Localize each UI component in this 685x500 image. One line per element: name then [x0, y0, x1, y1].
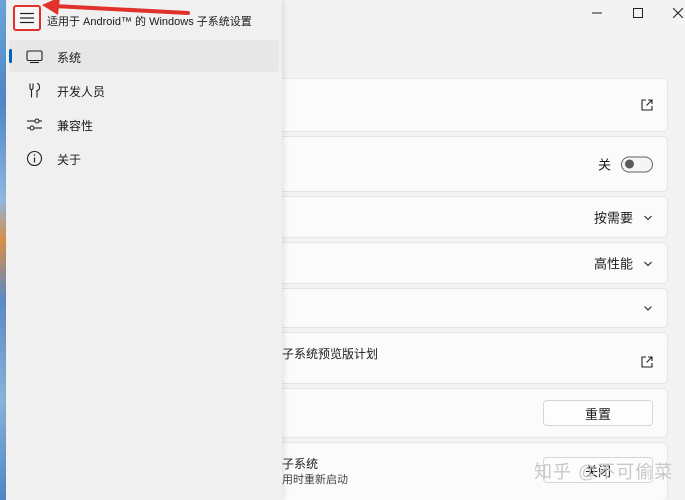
shutdown-description: 用时重新启动: [282, 474, 348, 486]
toggle-switch[interactable]: [621, 156, 653, 172]
settings-card-graphics[interactable]: 高性能: [282, 242, 668, 284]
settings-card-toggle: 关: [282, 136, 668, 192]
toggle-knob: [625, 159, 634, 169]
settings-card-files[interactable]: [282, 78, 668, 132]
minimize-icon: [592, 12, 602, 14]
chevron-down-icon: [644, 261, 652, 266]
sliders-icon: [27, 118, 42, 131]
navigation-pane: 适用于 Android™ 的 Windows 子系统设置 系统 开发人员 兼容性…: [6, 0, 282, 500]
nav-item-about[interactable]: 关于: [9, 142, 279, 174]
settings-window: 关 按需要 高性能 子系统预览版计划 重置 子系统 用时重新启动 关闭 适用于 …: [6, 0, 685, 500]
chevron-down-icon: [644, 215, 652, 220]
external-link-icon[interactable]: [641, 99, 653, 111]
settings-card-preview-program[interactable]: 子系统预览版计划: [282, 332, 668, 384]
nav-item-label: 关于: [57, 153, 82, 167]
selection-indicator: [9, 49, 12, 63]
nav-item-label: 系统: [57, 51, 82, 65]
close-window-button[interactable]: [658, 0, 685, 26]
close-icon: [673, 8, 683, 18]
annotation-arrow: [42, 0, 190, 15]
nav-item-compatibility[interactable]: 兼容性: [9, 108, 279, 140]
nav-item-label: 兼容性: [57, 119, 94, 133]
toggle-state-label: 关: [597, 157, 611, 173]
menu-toggle-button[interactable]: [13, 5, 41, 31]
maximize-button[interactable]: [618, 0, 658, 26]
maximize-icon: [633, 8, 643, 18]
nav-item-developer[interactable]: 开发人员: [9, 74, 279, 106]
chevron-down-icon: [644, 306, 652, 311]
watermark: 知乎 @不可偷菜: [534, 462, 674, 482]
minimize-button[interactable]: [577, 0, 617, 26]
graphics-dropdown-value: 高性能: [593, 256, 633, 272]
reset-button[interactable]: 重置: [543, 400, 653, 426]
nav-item-label: 开发人员: [57, 85, 106, 99]
settings-card-resources[interactable]: 按需要: [282, 196, 668, 238]
external-link-icon[interactable]: [641, 356, 653, 368]
resources-dropdown-value: 按需要: [593, 210, 633, 226]
shutdown-title: 子系统: [282, 457, 319, 471]
settings-card-reset: 重置: [282, 388, 668, 438]
tools-icon: [29, 82, 41, 98]
settings-card-expander[interactable]: [282, 288, 668, 328]
nav-item-system[interactable]: 系统: [9, 40, 279, 72]
preview-program-label: 子系统预览版计划: [282, 347, 379, 361]
info-icon: [26, 150, 43, 167]
monitor-icon: [26, 50, 43, 64]
hamburger-menu-icon: [20, 12, 34, 24]
